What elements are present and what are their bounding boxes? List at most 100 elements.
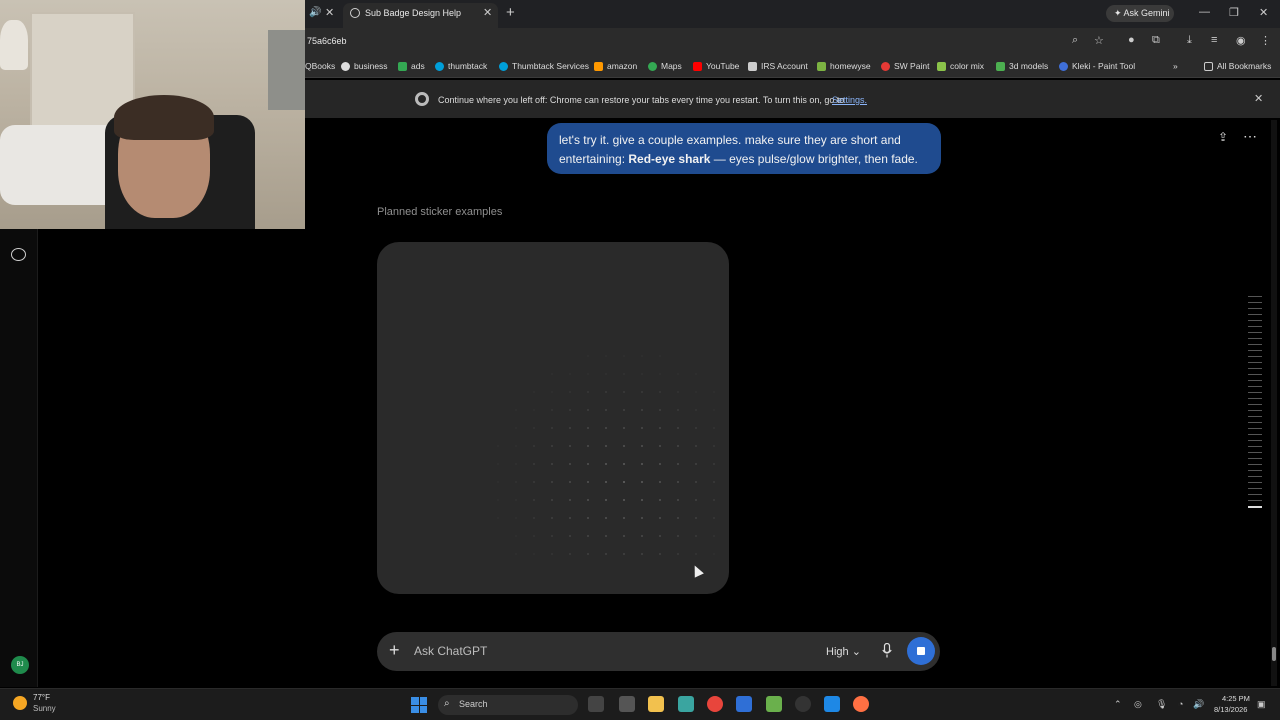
ask-gemini-button[interactable]: ✦ Ask Gemini [1106,5,1174,22]
bookmark-thumbtack-services[interactable]: Thumbtack Services [499,61,589,71]
loading-dot [641,373,643,375]
loading-dot [677,499,679,501]
download-icon[interactable]: ⤓ [1187,34,1192,47]
loading-dot [623,553,625,555]
bookmark-amazon[interactable]: amazon [594,61,637,71]
loading-dot [587,427,589,429]
loading-dot [623,535,625,537]
bookmark-ads[interactable]: ads [398,61,425,71]
loading-dot [713,499,715,501]
bookmark-label: 3d models [1009,61,1049,71]
loading-dot [659,391,661,393]
new-tab-button[interactable]: + [506,4,515,21]
loading-dot [533,553,535,555]
window-close-icon[interactable]: ✕ [1259,6,1268,19]
chat-bubble-icon[interactable] [11,248,26,261]
bookmark-kleki[interactable]: Kleki - Paint Tool [1059,61,1135,71]
puzzle-icon[interactable]: ⧉ [1152,34,1160,47]
minimap-tick [1248,434,1262,435]
prompt-input[interactable] [414,644,794,658]
loading-dot [605,355,607,357]
bookmark-qbooks[interactable]: QBooks [305,61,335,71]
extension-icon[interactable]: ● [1128,34,1135,46]
loading-dot [677,463,679,465]
loading-dot [515,445,517,447]
speaker-icon[interactable]: 🔊 [309,7,321,18]
bookmark-thumbtack[interactable]: thumbtack [435,61,487,71]
conversation-minimap[interactable] [1248,296,1262,512]
tray-mic-icon[interactable]: 🎙 [1156,699,1167,710]
settings-link[interactable]: Settings. [832,95,867,105]
wifi-icon[interactable]: ◔ [1178,699,1183,709]
search-icon: ⌕ [444,698,450,709]
loading-dot [623,391,625,393]
app-icon-2[interactable] [766,696,782,712]
bookmarks-overflow-icon[interactable]: » [1173,61,1178,71]
loading-dot [587,355,589,357]
bookmark-irs[interactable]: IRS Account [748,61,808,71]
clock-time[interactable]: 4:25 PM [1222,694,1250,703]
weather-temp[interactable]: 77°F [33,693,50,702]
more-options-icon[interactable]: ⋯ [1243,128,1258,145]
task-view-icon[interactable] [588,696,604,712]
address-bar[interactable]: 75a6c6eb [307,36,347,46]
loading-dot [497,517,499,519]
infobar-close-icon[interactable]: ✕ [1254,92,1263,105]
loading-dot [515,553,517,555]
star-icon[interactable]: ☆ [1094,34,1104,47]
scrollbar-thumb[interactable] [1272,647,1276,661]
loading-dot [569,463,571,465]
share-icon[interactable]: ⇪ [1218,130,1228,144]
loading-dot [641,535,643,537]
volume-icon[interactable]: 🔊 [1193,699,1204,710]
bookmark-label: SW Paint [894,61,930,71]
reading-list-icon[interactable]: ≡ [1211,34,1217,46]
file-explorer-icon[interactable] [648,696,664,712]
bookmark-color-mix[interactable]: color mix [937,61,984,71]
tray-chevron-icon[interactable]: ⌃ [1114,699,1122,710]
bookmark-youtube[interactable]: YouTube [693,61,739,71]
firefox-icon[interactable] [853,696,869,712]
profile-icon[interactable]: ◉ [1236,34,1246,47]
bookmark-3d-models[interactable]: 3d models [996,61,1048,71]
all-bookmarks[interactable]: All Bookmarks [1204,61,1271,71]
close-icon[interactable]: ✕ [325,6,334,19]
bookmark-maps[interactable]: Maps [648,61,682,71]
notification-icon[interactable]: ▣ [1257,699,1266,710]
tab-close-icon[interactable]: ✕ [483,6,492,19]
bookmark-business[interactable]: business [341,61,388,71]
minimize-icon[interactable]: — [1199,6,1210,18]
app-icon-4[interactable] [824,696,840,712]
notepad-icon[interactable] [619,696,635,712]
bookmark-label: Thumbtack Services [512,61,589,71]
restore-icon[interactable]: ❐ [1229,6,1239,19]
model-selector[interactable]: High ⌄ [826,645,861,658]
bookmark-sw-paint[interactable]: SW Paint [881,61,929,71]
bookmark-homewyse[interactable]: homewyse [817,61,871,71]
loading-dot [515,535,517,537]
menu-icon[interactable]: ⋮ [1260,34,1271,47]
app-icon[interactable] [678,696,694,712]
app-icon-3[interactable] [795,696,811,712]
add-attachment-icon[interactable]: + [389,640,400,661]
windows-start-icon[interactable] [411,697,427,713]
scrollbar[interactable] [1271,120,1277,686]
stop-icon[interactable] [917,647,925,655]
minimap-tick [1248,428,1262,429]
loading-dot [533,445,535,447]
weather-sun-icon[interactable] [13,696,27,710]
calculator-icon[interactable] [736,696,752,712]
weather-condition[interactable]: Sunny [33,704,56,713]
tab-title[interactable]: Sub Badge Design Help [365,8,461,18]
infobar-text: Continue where you left off: Chrome can … [438,95,845,105]
chrome-taskbar-icon[interactable] [707,696,723,712]
tray-app-icon[interactable]: ◎ [1134,699,1142,710]
loading-dot [569,535,571,537]
microphone-icon[interactable] [882,643,892,658]
zoom-icon[interactable]: ⌕ [1072,34,1078,47]
loading-dot [695,391,697,393]
loading-dot [533,517,535,519]
minimap-tick [1248,392,1262,393]
avatar[interactable]: BJ [11,656,29,674]
clock-date[interactable]: 8/13/2026 [1214,705,1247,714]
